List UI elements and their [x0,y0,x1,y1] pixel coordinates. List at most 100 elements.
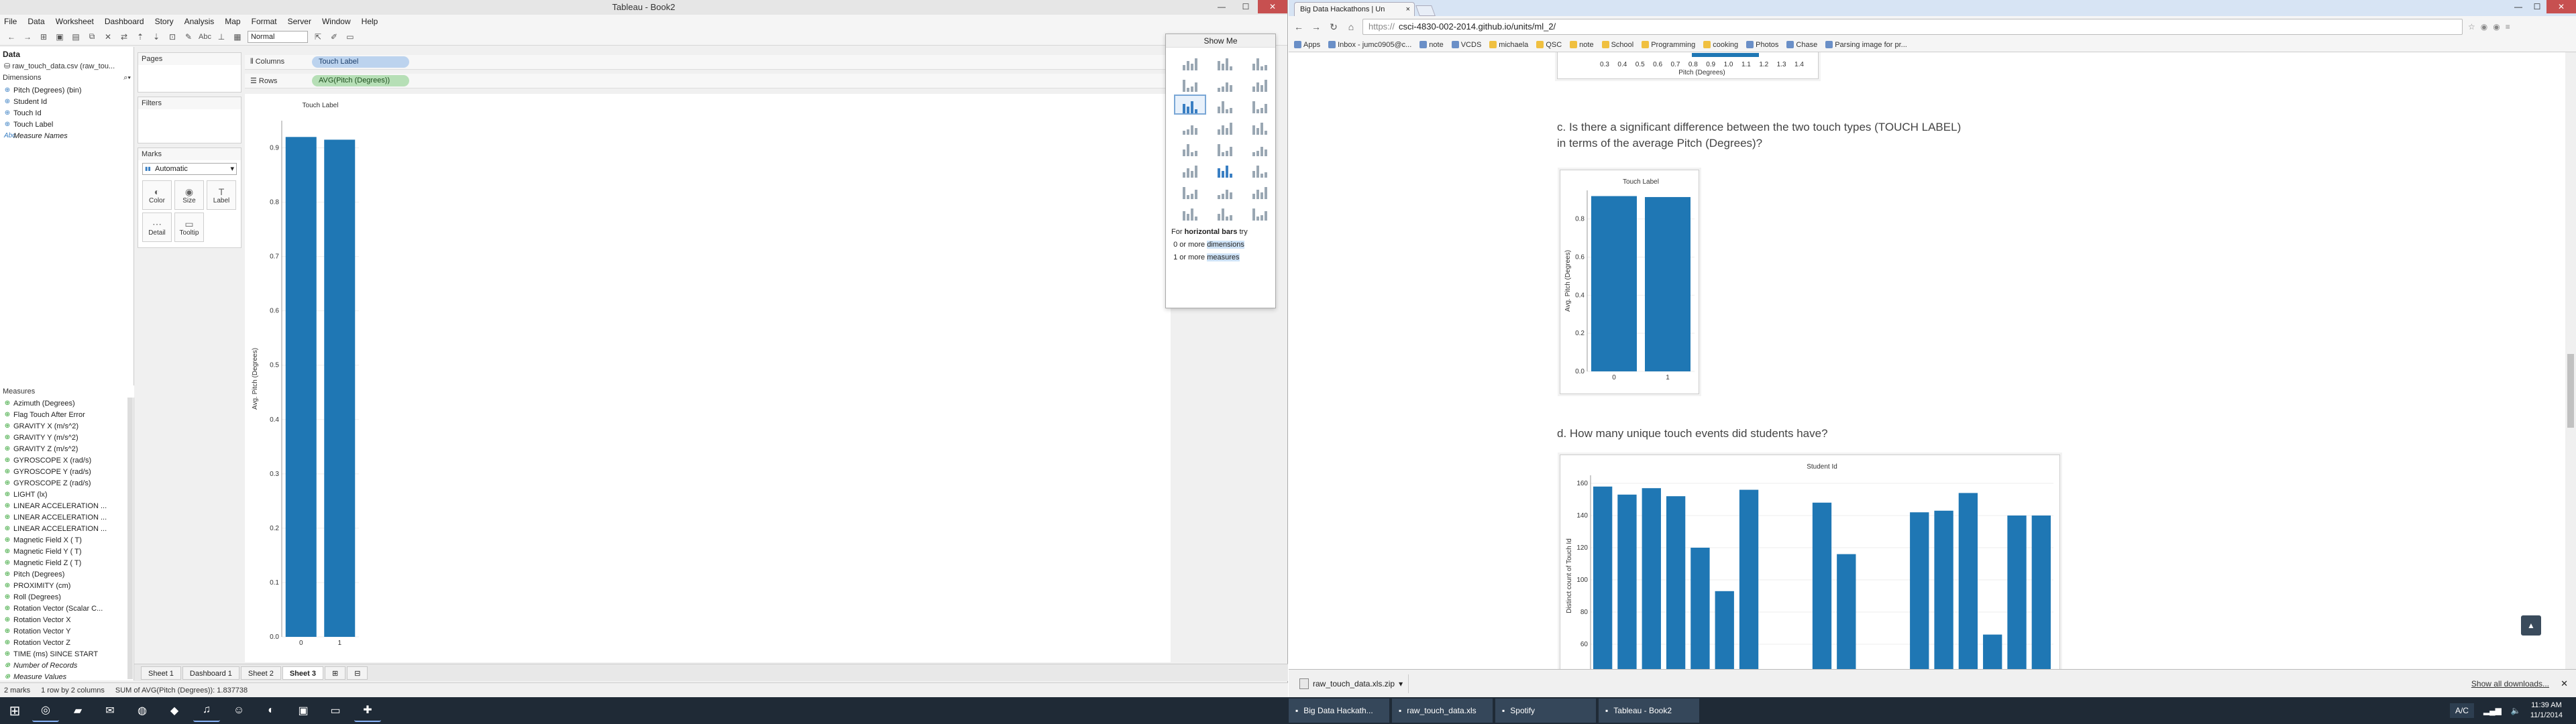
save-icon[interactable]: ▣ [54,31,66,43]
measure-field[interactable]: ⊕ Flag Touch After Error [0,409,134,420]
scroll-to-top-button[interactable]: ▲ [2521,615,2541,636]
measure-field[interactable]: ⊕ Rotation Vector Z [0,637,134,648]
columns-pill[interactable]: Touch Label [312,56,409,68]
filters-card[interactable]: Filters [138,97,241,143]
minimize-button[interactable]: — [1210,0,1234,13]
back-icon[interactable]: ← [5,31,17,43]
forward-icon[interactable]: → [21,31,34,43]
chrome-minimize-button[interactable]: — [2509,0,2528,13]
app-icon[interactable]: ◆ [161,699,188,722]
marks-color-button[interactable]: ◐ Color [142,180,172,210]
fix-axes-icon[interactable]: ⊥ [215,31,227,43]
bookmark-item[interactable]: Chase [1786,41,1817,49]
clock[interactable]: 11:39 AM 11/1/2014 [2530,701,2563,721]
show-me-chart-type[interactable] [1210,53,1240,70]
extension-icon[interactable]: ◉ [2493,22,2500,32]
show-me-chart-type[interactable] [1175,74,1205,92]
measure-field[interactable]: ⊕ Azimuth (Degrees) [0,398,134,409]
menu-item-server[interactable]: Server [288,17,311,26]
menu-item-data[interactable]: Data [28,17,44,26]
show-me-chart-type[interactable] [1245,117,1275,135]
close-icon[interactable]: ✕ [2561,678,2568,689]
show-me-chart-type[interactable] [1210,203,1240,221]
measure-field[interactable]: ⊕ GRAVITY X (m/s^2) [0,420,134,432]
measure-field[interactable]: ⊕ Rotation Vector Y [0,625,134,637]
menu-item-dashboard[interactable]: Dashboard [105,17,144,26]
bookmark-item[interactable]: Photos [1746,41,1778,49]
chrome-icon[interactable]: ◎ [32,699,59,722]
marks-tooltip-button[interactable]: ▭ Tooltip [174,213,204,242]
show-me-chart-type[interactable] [1245,182,1275,199]
dimension-field[interactable]: ⊕ Touch Label [0,119,133,130]
new-tab-button[interactable] [1415,5,1436,16]
show-me-chart-type[interactable] [1175,182,1205,199]
explorer-icon[interactable]: ▰ [64,699,91,722]
bookmark-item[interactable]: Apps [1294,41,1320,49]
sheet-tab[interactable]: Sheet 1 [141,666,181,680]
show-me-chart-type[interactable] [1175,53,1205,70]
chrome-maximize-button[interactable]: ☐ [2528,0,2546,13]
taskbar-window-button[interactable]: ▪ Big Data Hackath... [1289,699,1389,723]
menu-item-map[interactable]: Map [225,17,240,26]
show-me-chart-type[interactable] [1245,53,1275,70]
menu-icon[interactable]: ≡ [2506,22,2510,32]
measure-field[interactable]: ⊕ Number of Records [0,660,134,671]
menu-item-help[interactable]: Help [362,17,378,26]
taskbar-window-button[interactable]: ▪ raw_touch_data.xls [1392,699,1493,723]
bookmark-folder[interactable]: michaela [1489,41,1528,49]
taskbar-window-button[interactable]: ▪ Spotify [1495,699,1596,723]
forward-icon[interactable]: → [1310,21,1322,32]
app-icon[interactable]: ▭ [322,699,349,722]
marks-size-button[interactable]: ◉ Size [174,180,204,210]
dimension-field[interactable]: Abc Measure Names [0,130,133,141]
bookmark-item[interactable]: VCDS [1451,41,1481,49]
show-me-chart-type[interactable] [1175,160,1205,178]
extension-icon[interactable]: ◉ [2481,22,2487,32]
marks-label-button[interactable]: T Label [207,180,236,210]
start-button[interactable]: ⊞ [0,697,30,724]
show-me-chart-type[interactable] [1245,160,1275,178]
show-me-chart-type[interactable] [1174,95,1206,115]
menu-item-window[interactable]: Window [322,17,351,26]
fit-icon[interactable]: ▦ [231,31,244,43]
show-me-chart-type[interactable] [1210,139,1240,156]
marks-type-select[interactable]: Automatic [142,163,237,175]
menu-item-story[interactable]: Story [155,17,174,26]
dimension-field[interactable]: ⊕ Pitch (Degrees) (bin) [0,84,133,96]
close-button[interactable]: ✕ [1258,0,1287,13]
pen-icon[interactable]: ✐ [328,31,340,43]
page-scroll-thumb[interactable] [2567,354,2574,428]
dimension-field[interactable]: ⊕ Student Id [0,96,133,107]
bookmark-item[interactable]: note [1419,41,1444,49]
tableau-icon[interactable]: ✚ [354,699,381,722]
new-sheet-icon[interactable]: ⊞ [324,666,346,680]
measure-field[interactable]: ⊕ Measure Values [0,671,134,682]
measure-field[interactable]: ⊕ Magnetic Field Y ( T) [0,546,134,557]
measure-field[interactable]: ⊕ LINEAR ACCELERATION ... [0,523,134,534]
spotify-icon[interactable]: ♫ [193,699,220,722]
sheet-tab[interactable]: Sheet 3 [282,666,323,680]
show-labels-button[interactable]: Abc [199,33,211,41]
search-icon[interactable]: ⌕▾ [123,74,131,82]
new-dashboard-icon[interactable]: ⊟ [347,666,368,680]
menu-item-analysis[interactable]: Analysis [184,17,215,26]
measure-field[interactable]: ⊕ Pitch (Degrees) [0,568,134,580]
maximize-button[interactable]: ☐ [1234,0,1258,13]
bookmark-folder[interactable]: Programming [1642,41,1695,49]
swap-icon[interactable]: ⇄ [118,31,130,43]
measure-field[interactable]: ⊕ LINEAR ACCELERATION ... [0,500,134,511]
menu-item-worksheet[interactable]: Worksheet [56,17,94,26]
show-me-chart-type[interactable] [1210,74,1240,92]
datasource-item[interactable]: ⛁ raw_touch_data.csv (raw_tou... [0,60,133,72]
bookmark-folder[interactable]: QSC [1536,41,1562,49]
firefox-icon[interactable]: ◍ [129,699,156,722]
bookmark-item[interactable]: Parsing image for pr... [1825,41,1907,49]
marks-detail-button[interactable]: ⋯ Detail [142,213,172,242]
fit-select[interactable]: Normal [247,30,308,43]
sheet-tab[interactable]: Dashboard 1 [182,666,239,680]
measures-scrollbar[interactable] [127,398,133,679]
columns-shelf[interactable]: ⫴ Columns Touch Label [245,55,1171,70]
show-me-header[interactable]: Show Me [1166,34,1275,48]
present-icon[interactable]: ⇱ [312,31,324,43]
show-me-chart-type[interactable] [1210,96,1240,113]
